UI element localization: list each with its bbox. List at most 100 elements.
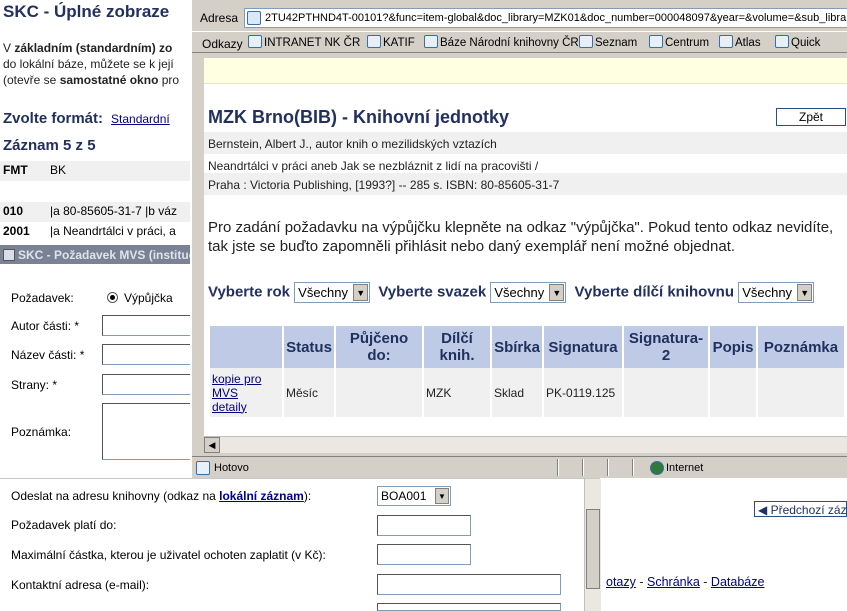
status-cell: Měsíc [284, 368, 334, 417]
link-atlas[interactable]: Atlas [719, 35, 761, 49]
zone-text: Internet [666, 462, 704, 474]
vertical-scrollbar[interactable] [584, 479, 601, 611]
chevron-down-icon: ▼ [549, 284, 565, 301]
page-done-icon [196, 461, 210, 475]
author-input[interactable] [102, 315, 192, 336]
details-link[interactable]: detaily [212, 400, 247, 414]
popup-browser-window: Adresa 2TU42PTHND4T-00101?&func=item-glo… [190, 0, 847, 478]
marc-row: FMT BK [0, 161, 192, 181]
status-divider [607, 459, 609, 476]
note-cell [758, 368, 844, 417]
status-divider [582, 459, 584, 476]
mvs-link[interactable]: MVS [212, 386, 238, 400]
clipboard-link[interactable]: Schránka [647, 575, 700, 589]
url-field[interactable]: 2TU42PTHND4T-00101?&func=item-global&doc… [244, 8, 847, 28]
signature-cell: PK-0119.125 [544, 368, 622, 417]
pages-input[interactable] [102, 374, 192, 395]
form-input[interactable] [377, 603, 561, 611]
page-title: MZK Brno(BIB) - Knihovní jednotky [208, 107, 509, 127]
link-quick[interactable]: Quick [775, 35, 820, 49]
scroll-left-icon[interactable]: ◀ [204, 437, 220, 453]
page-content: MZK Brno(BIB) - Knihovní jednotky Zpět B… [204, 58, 847, 436]
ie-page-icon [649, 35, 663, 48]
window-icon [3, 249, 15, 261]
previous-record-button[interactable]: ◀ Předchozí zázn [754, 501, 847, 517]
ie-page-icon [775, 35, 789, 48]
links-toolbar: Odkazy INTRANET NK ČR KATIF Báze Národní… [192, 31, 847, 53]
background-intro-text: V základním (standardním) zo do lokální … [3, 41, 180, 87]
author-label: Autor části: * [11, 319, 80, 333]
col-header-signature2: Signatura-2 [624, 326, 708, 368]
results-pane [601, 479, 847, 611]
ie-page-icon [424, 35, 438, 48]
table-row: kopie pro MVS detaily Měsíc MZK Sklad PK… [210, 368, 844, 417]
marc-row: 010 |a 80-85605-31-7 |b váz [0, 202, 192, 222]
address-bar: Adresa 2TU42PTHND4T-00101?&func=item-glo… [192, 6, 847, 28]
chevron-down-icon: ▼ [435, 488, 449, 504]
link-katif[interactable]: KATIF [367, 35, 415, 49]
local-record-link[interactable]: lokální záznam [219, 489, 304, 503]
links-label: Odkazy [202, 37, 243, 51]
sublibrary-select[interactable]: Všechny ▼ [738, 282, 815, 303]
ie-page-icon [719, 35, 733, 48]
library-address-select[interactable]: BOA001 ▼ [377, 486, 451, 506]
year-select[interactable]: Všechny ▼ [294, 282, 371, 303]
request-radio[interactable] [107, 292, 118, 303]
col-header-collection: Sbírka [492, 326, 542, 368]
horizontal-scrollbar[interactable]: ◀ [204, 436, 847, 453]
bib-author: Bernstein, Albert J., autor knih o mezil… [204, 132, 847, 154]
send-to-label: Odeslat na adresu knihovny (odkaz na lok… [11, 489, 312, 503]
table-header-row: Status Půjčeno do: Dílčí knih. Sbírka Si… [210, 326, 844, 368]
link-seznam[interactable]: Seznam [579, 35, 637, 49]
signature2-cell [624, 368, 708, 417]
col-header-links [210, 326, 282, 368]
pages-label: Strany: * [11, 378, 58, 392]
sublibrary-filter-label: Vyberte dílčí knihovnu [574, 283, 735, 301]
part-name-label: Název části: * [11, 348, 85, 362]
record-counter: Záznam 5 z 5 [3, 137, 96, 154]
format-standard-link[interactable]: Standardní [111, 112, 170, 126]
col-header-loaned: Půjčeno do: [336, 326, 422, 368]
bottom-nav-links: otazy - Schránka - Databáze [606, 575, 765, 589]
address-label: Adresa [200, 11, 239, 25]
databases-link[interactable]: Databáze [711, 575, 765, 589]
marc-row: 2001 |a Neandrtálci v práci, a [3, 224, 176, 238]
marc-row [0, 181, 192, 201]
link-centrum[interactable]: Centrum [649, 35, 709, 49]
status-text: Hotovo [214, 462, 249, 474]
bib-imprint: Praha : Victoria Publishing, [1993?] -- … [204, 173, 847, 195]
info-band [204, 58, 847, 84]
collection-cell: Sklad [492, 368, 542, 417]
link-nk-base[interactable]: Báze Národní knihovny ČR [424, 35, 579, 49]
copy-for-link[interactable]: kopie pro [212, 372, 261, 386]
questions-link[interactable]: otazy [606, 575, 636, 589]
filters-row: Vyberte rok Všechny ▼ Vyberte svazek Všec… [208, 282, 818, 303]
scrollbar-thumb[interactable] [586, 509, 600, 589]
request-option-label: Výpůjčka [124, 291, 173, 305]
contact-email-input[interactable] [377, 574, 561, 595]
ie-page-icon [248, 35, 262, 48]
row-links-cell: kopie pro MVS detaily [210, 368, 282, 417]
format-selector: Zvolte formát: Standardní [3, 110, 170, 127]
ie-page-icon [367, 35, 381, 48]
col-header-sublibrary: Dílčí knih. [424, 326, 490, 368]
status-bar: Hotovo Internet [192, 456, 847, 478]
background-page-title: SKC - Úplné zobraze [3, 2, 170, 21]
mvs-window-titlebar[interactable]: SKC - Požadavek MVS (institucí [0, 245, 192, 264]
ie-page-icon [579, 35, 593, 48]
loaned-cell [336, 368, 422, 417]
status-divider [632, 459, 634, 476]
max-amount-input[interactable] [377, 544, 471, 565]
link-intranet[interactable]: INTRANET NK ČR [248, 35, 360, 49]
volume-select[interactable]: Všechny ▼ [490, 282, 567, 303]
valid-until-input[interactable] [377, 515, 471, 536]
back-button[interactable]: Zpět [776, 108, 846, 126]
part-name-input[interactable] [102, 344, 192, 365]
format-label: Zvolte formát: [3, 110, 104, 127]
col-header-note: Poznámka [758, 326, 844, 368]
volume-filter-label: Vyberte svazek [378, 283, 487, 301]
note-textarea[interactable] [102, 403, 192, 460]
internet-zone-icon [650, 461, 664, 475]
year-filter-label: Vyberte rok [208, 283, 290, 301]
status-divider [557, 459, 559, 476]
